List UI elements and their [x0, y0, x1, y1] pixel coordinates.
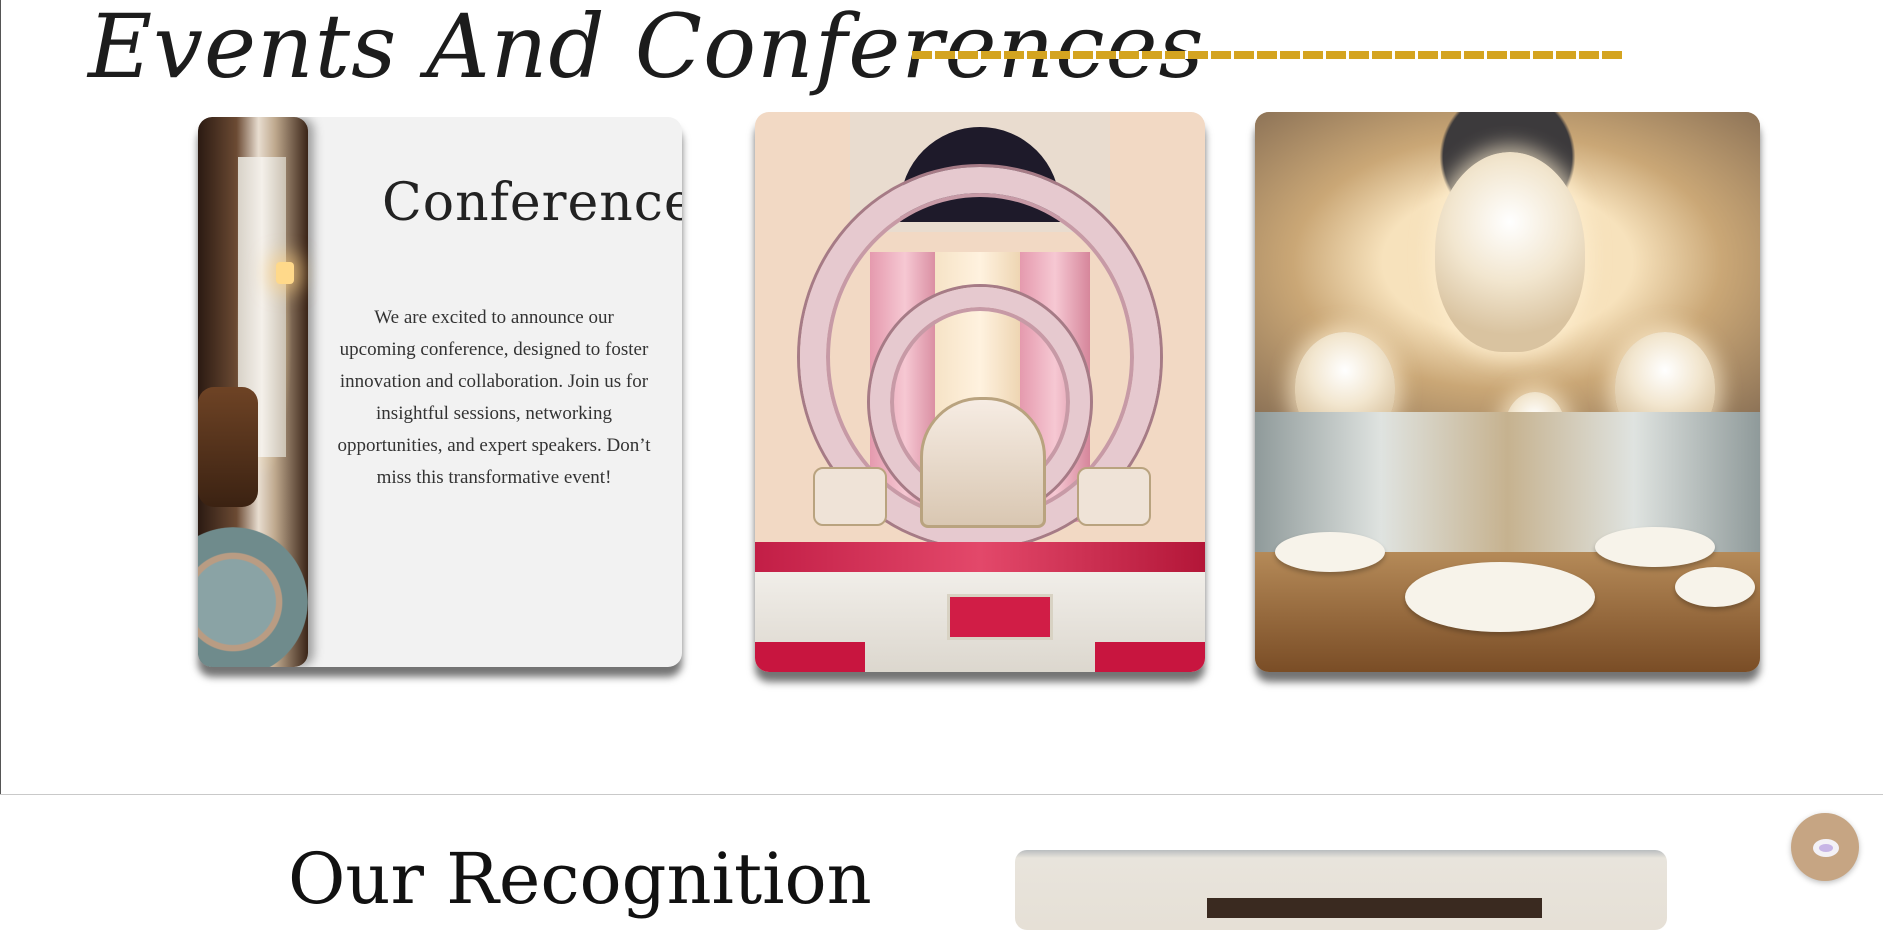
- banquet-table: [1595, 527, 1715, 567]
- banquet-hall-card[interactable]: [1255, 112, 1760, 672]
- banquet-table: [1675, 567, 1755, 607]
- recognition-section-title: Our Recognition: [288, 838, 872, 920]
- red-stage-graphic: [755, 542, 1205, 572]
- title-dashed-divider: [912, 51, 1625, 59]
- chandelier-main: [1435, 152, 1585, 352]
- wall-lamp-graphic: [276, 262, 294, 284]
- award-frame-graphic: [1207, 898, 1542, 918]
- throne-seat-graphic: [920, 397, 1046, 528]
- banquet-table: [1405, 562, 1595, 632]
- recognition-image: [1015, 850, 1667, 930]
- petal-box-graphic: [947, 594, 1053, 640]
- side-chair-right: [1077, 467, 1151, 526]
- red-carpet-right: [1095, 642, 1205, 672]
- conference-heading: Conference: [382, 173, 682, 233]
- section-divider: [0, 794, 1883, 795]
- wedding-stage-card[interactable]: [755, 112, 1205, 672]
- chat-widget-button[interactable]: [1791, 813, 1859, 881]
- events-section-title: Events And Conferences: [88, 0, 1205, 98]
- chat-bubble-icon: [1813, 839, 1839, 857]
- side-chair-left: [813, 467, 887, 526]
- conference-card[interactable]: Conference We are excited to announce ou…: [198, 117, 682, 667]
- rug-graphic: [198, 527, 308, 667]
- red-carpet-left: [755, 642, 865, 672]
- conference-room-image: [198, 117, 308, 667]
- page-left-border: [0, 0, 1, 794]
- conference-description: We are excited to announce our upcoming …: [337, 307, 651, 488]
- banquet-table: [1275, 532, 1385, 572]
- leather-chair-graphic: [198, 387, 258, 507]
